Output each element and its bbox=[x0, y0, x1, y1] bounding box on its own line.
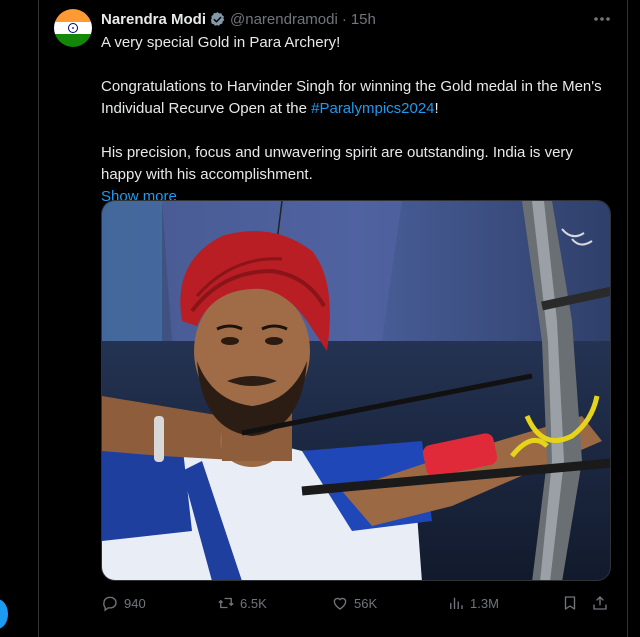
tweet-photo[interactable] bbox=[101, 200, 611, 581]
tweet-line-2: Congratulations to Harvinder Singh for w… bbox=[101, 76, 616, 120]
post-time[interactable]: 15h bbox=[351, 11, 376, 28]
action-bar: 940 6.5K 56K 1.3M bbox=[101, 594, 616, 616]
heart-icon bbox=[333, 597, 347, 610]
tweet-text: A very special Gold in Para Archery! Con… bbox=[101, 32, 616, 208]
views-button[interactable]: 1.3M bbox=[447, 594, 499, 612]
side-blue-indicator bbox=[0, 599, 8, 629]
share-icon bbox=[593, 596, 607, 610]
tweet-line-1: A very special Gold in Para Archery! bbox=[101, 34, 341, 51]
like-count: 56K bbox=[354, 595, 378, 611]
archer-photo bbox=[102, 201, 610, 580]
reply-icon bbox=[103, 596, 117, 612]
author-handle[interactable]: @narendramodi bbox=[230, 11, 338, 28]
india-flag-avatar-icon bbox=[54, 9, 92, 47]
author-name[interactable]: Narendra Modi bbox=[101, 11, 206, 28]
repost-count: 6.5K bbox=[240, 595, 267, 611]
like-button[interactable]: 56K bbox=[331, 594, 377, 612]
tweet-line-2-end: ! bbox=[434, 100, 439, 117]
bookmark-icon bbox=[564, 596, 576, 610]
tweet-line-3: His precision, focus and unwavering spir… bbox=[101, 144, 573, 183]
more-options-button[interactable] bbox=[591, 9, 613, 29]
repost-button[interactable]: 6.5K bbox=[217, 594, 267, 612]
verified-badge-icon bbox=[210, 11, 225, 26]
avatar[interactable] bbox=[54, 9, 92, 47]
separator-dot: · bbox=[341, 10, 347, 28]
more-options-icon bbox=[594, 17, 610, 21]
views-icon bbox=[450, 597, 463, 609]
repost-icon bbox=[218, 597, 234, 609]
share-button[interactable] bbox=[591, 594, 614, 612]
views-count: 1.3M bbox=[470, 595, 499, 611]
hashtag-link[interactable]: #Paralympics2024 bbox=[311, 100, 434, 117]
bookmark-button[interactable] bbox=[561, 594, 584, 612]
tweet-header: Narendra Modi @narendramodi · 15h bbox=[101, 9, 376, 29]
tweet-card: Narendra Modi @narendramodi · 15h A very… bbox=[38, 0, 628, 637]
reply-count: 940 bbox=[124, 595, 146, 611]
reply-button[interactable]: 940 bbox=[101, 594, 146, 612]
